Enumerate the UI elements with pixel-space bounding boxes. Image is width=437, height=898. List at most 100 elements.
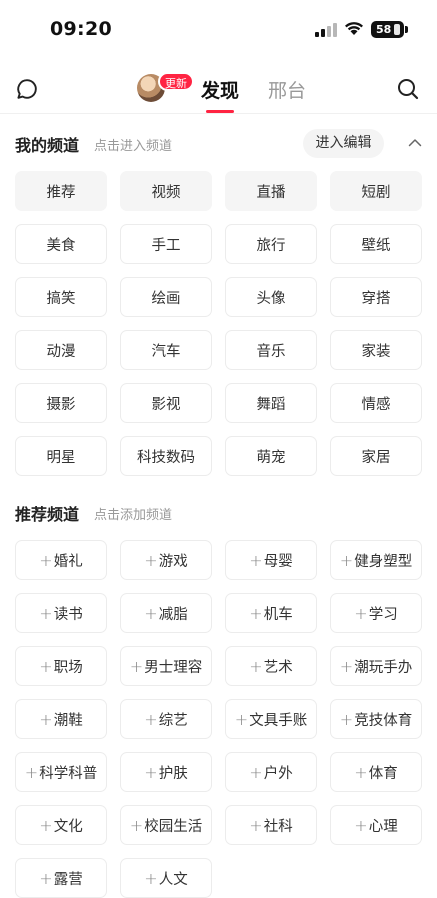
channel-item[interactable]: 旅行 xyxy=(225,224,317,264)
channel-label: 读书 xyxy=(53,606,83,623)
add-channel-item[interactable]: + 护肤 xyxy=(120,752,212,792)
channel-label: 男士理容 xyxy=(144,659,203,676)
channel-label: 文具手账 xyxy=(249,712,308,729)
channel-label: 潮鞋 xyxy=(53,712,83,729)
channel-item[interactable]: 萌宠 xyxy=(225,436,317,476)
add-channel-item[interactable]: + 科学科普 xyxy=(15,752,107,792)
channel-label: 摄影 xyxy=(46,396,76,413)
update-badge: 更新 xyxy=(158,72,194,91)
channel-label: 视频 xyxy=(151,184,181,201)
channel-item[interactable]: 动漫 xyxy=(15,330,107,370)
plus-icon: + xyxy=(144,762,158,782)
add-channel-item[interactable]: + 男士理容 xyxy=(120,646,212,686)
add-channel-item[interactable]: + 社科 xyxy=(225,805,317,845)
channel-label: 减脂 xyxy=(158,606,188,623)
channel-item[interactable]: 家装 xyxy=(330,330,422,370)
plus-icon: + xyxy=(129,656,144,676)
plus-icon: + xyxy=(144,709,158,729)
channel-label: 情感 xyxy=(361,396,391,413)
channel-label: 露营 xyxy=(53,871,83,888)
channel-item[interactable]: 搞笑 xyxy=(15,277,107,317)
channel-item[interactable]: 绘画 xyxy=(120,277,212,317)
channel-item[interactable]: 推荐 xyxy=(15,171,107,211)
add-channel-item[interactable]: + 综艺 xyxy=(120,699,212,739)
channel-label: 短剧 xyxy=(361,184,391,201)
chevron-up-icon[interactable] xyxy=(407,135,423,151)
channel-label: 校园生活 xyxy=(144,818,203,835)
plus-icon: + xyxy=(249,815,263,835)
channel-item[interactable]: 壁纸 xyxy=(330,224,422,264)
channel-label: 竞技体育 xyxy=(354,712,413,729)
add-channel-item[interactable]: + 潮玩手办 xyxy=(330,646,422,686)
top-nav: 更新 发现 邢台 xyxy=(0,62,437,114)
add-channel-item[interactable]: + 机车 xyxy=(225,593,317,633)
add-channel-item[interactable]: + 学习 xyxy=(330,593,422,633)
channel-item[interactable]: 摄影 xyxy=(15,383,107,423)
plus-icon: + xyxy=(354,815,368,835)
channel-item[interactable]: 舞蹈 xyxy=(225,383,317,423)
search-icon[interactable] xyxy=(396,77,420,101)
add-channel-item[interactable]: + 读书 xyxy=(15,593,107,633)
channel-label: 心理 xyxy=(368,818,398,835)
plus-icon: + xyxy=(234,709,249,729)
add-channel-item[interactable]: + 竞技体育 xyxy=(330,699,422,739)
add-channel-item[interactable]: + 户外 xyxy=(225,752,317,792)
channel-item[interactable]: 短剧 xyxy=(330,171,422,211)
add-channel-item[interactable]: + 艺术 xyxy=(225,646,317,686)
channel-label: 科技数码 xyxy=(137,449,195,466)
status-time: 09:20 xyxy=(50,18,112,40)
channel-item[interactable]: 音乐 xyxy=(225,330,317,370)
tab-xingtai[interactable]: 邢台 xyxy=(268,76,306,103)
battery-level: 58 xyxy=(376,23,392,36)
channel-item[interactable]: 科技数码 xyxy=(120,436,212,476)
plus-icon: + xyxy=(249,762,263,782)
channel-item[interactable]: 直播 xyxy=(225,171,317,211)
add-channel-item[interactable]: + 游戏 xyxy=(120,540,212,580)
add-channel-item[interactable]: + 职场 xyxy=(15,646,107,686)
channel-label: 护肤 xyxy=(158,765,188,782)
channel-item[interactable]: 手工 xyxy=(120,224,212,264)
plus-icon: + xyxy=(339,656,354,676)
channel-label: 旅行 xyxy=(256,237,286,254)
add-channel-item[interactable]: + 校园生活 xyxy=(120,805,212,845)
channel-item[interactable]: 影视 xyxy=(120,383,212,423)
channel-label: 人文 xyxy=(158,871,188,888)
channel-item[interactable]: 明星 xyxy=(15,436,107,476)
channel-label: 婚礼 xyxy=(53,553,83,570)
channel-item[interactable]: 穿搭 xyxy=(330,277,422,317)
channel-label: 机车 xyxy=(263,606,293,623)
channel-label: 学习 xyxy=(368,606,398,623)
channel-item[interactable]: 美食 xyxy=(15,224,107,264)
channel-label: 搞笑 xyxy=(46,290,76,307)
channel-label: 舞蹈 xyxy=(256,396,286,413)
edit-button[interactable]: 进入编辑 xyxy=(303,129,384,158)
channel-item[interactable]: 家居 xyxy=(330,436,422,476)
channel-item[interactable]: 情感 xyxy=(330,383,422,423)
add-channel-item[interactable]: + 减脂 xyxy=(120,593,212,633)
add-channel-item[interactable]: + 婚礼 xyxy=(15,540,107,580)
plus-icon: + xyxy=(339,550,354,570)
add-channel-item[interactable]: + 露营 xyxy=(15,858,107,898)
channel-item[interactable]: 汽车 xyxy=(120,330,212,370)
channel-label: 健身塑型 xyxy=(354,553,413,570)
channel-label: 家装 xyxy=(361,343,391,360)
add-channel-item[interactable]: + 文化 xyxy=(15,805,107,845)
plus-icon: + xyxy=(249,550,263,570)
add-channel-item[interactable]: + 体育 xyxy=(330,752,422,792)
channel-label: 直播 xyxy=(256,184,286,201)
channel-item[interactable]: 头像 xyxy=(225,277,317,317)
section-hint: 点击进入频道 xyxy=(94,139,173,154)
channel-label: 家居 xyxy=(361,449,391,466)
channel-label: 明星 xyxy=(46,449,76,466)
add-channel-item[interactable]: + 母婴 xyxy=(225,540,317,580)
recommended-channels-grid: + 婚礼 + 游戏 + 母婴 + 健身塑型 + 读书 + 减脂 + 机车 + 学习 + 职场 + 男士理容 + 艺术 + 潮玩… xyxy=(15,540,423,898)
add-channel-item[interactable]: + 健身塑型 xyxy=(330,540,422,580)
chat-bubble-icon[interactable] xyxy=(15,77,39,101)
tab-discover[interactable]: 发现 xyxy=(201,76,239,113)
add-channel-item[interactable]: + 文具手账 xyxy=(225,699,317,739)
add-channel-item[interactable]: + 人文 xyxy=(120,858,212,898)
channel-item[interactable]: 视频 xyxy=(120,171,212,211)
add-channel-item[interactable]: + 心理 xyxy=(330,805,422,845)
plus-icon: + xyxy=(144,603,158,623)
add-channel-item[interactable]: + 潮鞋 xyxy=(15,699,107,739)
